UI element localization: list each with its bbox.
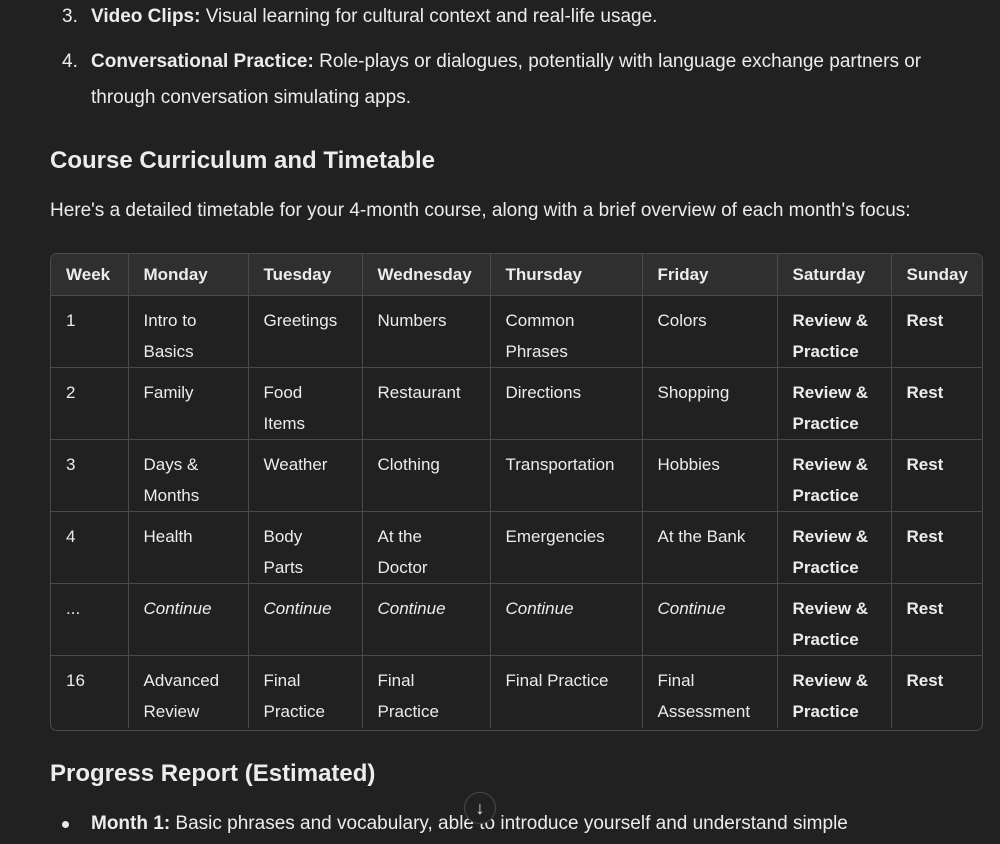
table-cell: Continue — [490, 584, 642, 656]
table-cell: Food Items — [248, 368, 362, 440]
column-header: Thursday — [490, 254, 642, 296]
table-cell: 2 — [51, 368, 128, 440]
table-cell: Final Practice — [362, 656, 490, 728]
list-item-text: Visual learning for cultural context and… — [200, 6, 657, 27]
table-cell: At the Bank — [642, 512, 777, 584]
table-cell: Clothing — [362, 440, 490, 512]
table-header-row: Week Monday Tuesday Wednesday Thursday F… — [51, 254, 983, 296]
progress-heading: Progress Report (Estimated) — [50, 760, 375, 788]
table-cell: Body Parts — [248, 512, 362, 584]
table-cell: Transportation — [490, 440, 642, 512]
table-cell: Shopping — [642, 368, 777, 440]
table-cell: Continue — [248, 584, 362, 656]
table-cell: Review & Practice — [777, 512, 891, 584]
table-row: 2 Family Food Items Restaurant Direction… — [51, 368, 983, 440]
table-cell: Rest — [891, 440, 983, 512]
table-cell: Rest — [891, 512, 983, 584]
table-cell: Review & Practice — [777, 296, 891, 368]
table-cell: Numbers — [362, 296, 490, 368]
table-row: 3 Days & Months Weather Clothing Transpo… — [51, 440, 983, 512]
table-cell: Hobbies — [642, 440, 777, 512]
scroll-to-bottom-button[interactable]: ↓ — [464, 792, 496, 824]
table-cell: Final Practice — [248, 656, 362, 728]
table-row: 1 Intro to Basics Greetings Numbers Comm… — [51, 296, 983, 368]
column-header: Sunday — [891, 254, 983, 296]
table-cell: Final Assessment — [642, 656, 777, 728]
table-cell: ... — [51, 584, 128, 656]
table-cell: Weather — [248, 440, 362, 512]
table-cell: Continue — [642, 584, 777, 656]
list-item-number: 4. — [62, 44, 86, 80]
table-cell: Days & Months — [128, 440, 248, 512]
table-cell: Review & Practice — [777, 656, 891, 728]
column-header: Friday — [642, 254, 777, 296]
table-cell: Restaurant — [362, 368, 490, 440]
table-cell: Continue — [128, 584, 248, 656]
list-item-text: Basic phrases and vocabulary, able to in… — [170, 813, 848, 834]
column-header: Saturday — [777, 254, 891, 296]
table-row: 4 Health Body Parts At the Doctor Emerge… — [51, 512, 983, 584]
table-cell: Review & Practice — [777, 440, 891, 512]
list-item-title: Month 1: — [91, 813, 170, 834]
arrow-down-icon: ↓ — [476, 799, 485, 817]
table-cell: 16 — [51, 656, 128, 728]
table-cell: Advanced Review — [128, 656, 248, 728]
table-cell: Review & Practice — [777, 584, 891, 656]
table-cell: 1 — [51, 296, 128, 368]
column-header: Monday — [128, 254, 248, 296]
list-item-number: 3. — [62, 0, 86, 35]
column-header: Week — [51, 254, 128, 296]
table-cell: At the Doctor — [362, 512, 490, 584]
table-cell: Continue — [362, 584, 490, 656]
table-row: ... Continue Continue Continue Continue … — [51, 584, 983, 656]
timetable-table: Week Monday Tuesday Wednesday Thursday F… — [51, 254, 983, 728]
table-cell: Common Phrases — [490, 296, 642, 368]
curriculum-intro: Here's a detailed timetable for your 4-m… — [50, 196, 911, 226]
table-cell: Review & Practice — [777, 368, 891, 440]
table-cell: Family — [128, 368, 248, 440]
column-header: Wednesday — [362, 254, 490, 296]
table-cell: Rest — [891, 656, 983, 728]
table-cell: Colors — [642, 296, 777, 368]
table-cell: Health — [128, 512, 248, 584]
column-header: Tuesday — [248, 254, 362, 296]
table-cell: Rest — [891, 296, 983, 368]
list-item-title: Conversational Practice: — [91, 51, 314, 72]
table-cell: Emergencies — [490, 512, 642, 584]
curriculum-heading: Course Curriculum and Timetable — [50, 147, 435, 175]
table-cell: Intro to Basics — [128, 296, 248, 368]
table-cell: Greetings — [248, 296, 362, 368]
table-row: 16 Advanced Review Final Practice Final … — [51, 656, 983, 728]
table-cell: Rest — [891, 584, 983, 656]
timetable: Week Monday Tuesday Wednesday Thursday F… — [50, 253, 983, 731]
bullet-icon — [62, 821, 69, 828]
list-item-title: Video Clips: — [91, 6, 200, 27]
table-cell: Final Practice — [490, 656, 642, 728]
table-cell: 3 — [51, 440, 128, 512]
table-cell: Directions — [490, 368, 642, 440]
table-cell: Rest — [891, 368, 983, 440]
table-cell: 4 — [51, 512, 128, 584]
